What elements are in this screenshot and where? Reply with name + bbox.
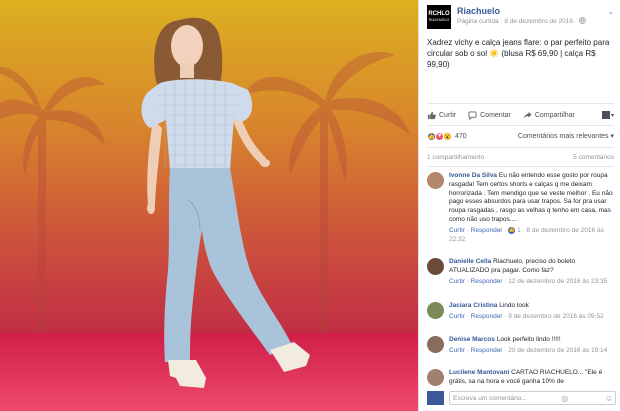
comment-reply-link[interactable]: Responder [471,347,503,354]
comment-meta: Curtir · Responder · 12 de dezembro de 2… [449,277,608,285]
logo-subtext: RIACHUELO [428,18,450,22]
comment-reply-link[interactable]: Responder [471,313,503,320]
caret-down-icon: ▾ [610,112,614,119]
comment-item: Ivonne Da Silva Eu não entendo esse gost… [427,172,614,244]
like-badge-icon: 👍 [508,226,516,234]
commenter-name[interactable]: Denise Marcos [449,336,495,343]
wow-reaction-icon[interactable]: 😮 [443,131,452,141]
comment-composer: Escreva um comentário... ◎ ☺ [427,390,616,406]
divider [427,147,614,148]
comment-sort-dropdown[interactable]: Comentários mais relevantes ▾ [518,132,614,140]
page-avatar[interactable]: RCHLO RIACHUELO [427,5,451,29]
post-meta-text: Página curtida · 8 de dezembro de 2016 · [457,18,579,26]
post-meta: Página curtida · 8 de dezembro de 2016 · [457,17,586,26]
comment-icon [468,110,477,120]
comment-reply-link[interactable]: Responder [471,227,503,234]
commenter-name[interactable]: Danielle Cella [449,258,491,265]
comment-count[interactable]: 5 comentários [573,154,614,161]
page-name[interactable]: Riachuelo [457,6,500,16]
divider [427,125,614,126]
reactions-bar: 👍 ♥ 😮 470 Comentários mais relevantes ▾ [427,130,614,142]
commenter-name[interactable]: Ivonne Da Silva [449,172,497,179]
post-photo-illustration [0,0,418,411]
comment-like-link[interactable]: Curtir [449,278,465,285]
post-photo[interactable] [0,0,418,411]
like-label: Curtir [439,111,457,119]
comment-date[interactable]: 9 de dezembro de 2016 às 09:52 [508,313,603,320]
comment-like-link[interactable]: Curtir [449,347,465,354]
divider [427,103,614,104]
thumbs-up-icon [427,111,436,119]
comment-like-link[interactable]: Curtir [449,227,465,234]
comment-button[interactable]: Comentar [468,110,511,120]
comment-item: Danielle Cella Riachuelo, preciso do bol… [427,258,614,286]
share-button[interactable]: Compartilhar [523,111,575,120]
comment-text: Lindo look [499,302,529,309]
share-as-selector[interactable]: ▾ [601,111,614,119]
commenter-avatar[interactable] [427,369,444,386]
like-button[interactable]: Curtir [427,111,456,120]
comment-item: Lucilene Mantovani CARTÃO RIACHUELO... "… [427,369,614,387]
divider [427,166,614,167]
commenter-name[interactable]: Jaciara Cristina [449,302,497,309]
comment-like-link[interactable]: Curtir [449,313,465,320]
post-caption: Xadrez vichy e calça jeans flare: o par … [427,38,610,69]
comment-date[interactable]: 12 de dezembro de 2016 às 23:35 [508,278,607,285]
comment-item: Jaciara Cristina Lindo look Curtir · Res… [427,302,614,321]
commenter-avatar[interactable] [427,302,444,319]
commenter-avatar[interactable] [427,336,444,353]
share-count[interactable]: 1 compartilhamento [427,154,484,161]
page-selector-icon [601,111,610,119]
comment-input-placeholder: Escreva um comentário... [453,394,527,402]
camera-icon[interactable]: ◎ [561,394,570,403]
comment-text: Look perfeito lindo !!!!! [496,336,561,343]
reaction-count[interactable]: 470 [455,133,467,140]
commenter-avatar[interactable] [427,172,444,189]
comment-date[interactable]: 20 de dezembro de 2016 às 19:14 [508,347,607,354]
post-header: RCHLO RIACHUELO Riachuelo Página curtida… [427,5,614,29]
emoji-icon[interactable]: ☺ [605,394,615,403]
comment-like-count[interactable]: 1 [517,227,521,234]
post-sidebar: RCHLO RIACHUELO Riachuelo Página curtida… [418,0,620,411]
share-icon [523,111,532,119]
post-options-icon[interactable]: ⌄ [607,7,614,16]
comment-reply-link[interactable]: Responder [471,278,503,285]
post-actions: Curtir Comentar Compartilhar ▾ [427,108,614,122]
comment-input[interactable]: Escreva um comentário... ◎ ☺ [449,391,616,405]
comment-text: Eu não entendo esse gosto por roupa rasg… [449,172,613,223]
comment-meta: Curtir · Responder · 👍 1 · 8 de dezembro… [449,226,604,243]
comment-meta: Curtir · Responder · 9 de dezembro de 20… [449,312,604,320]
commenter-name[interactable]: Lucilene Mantovani [449,369,509,376]
comment-label: Comentar [480,111,511,119]
globe-icon [578,17,586,26]
engagement-counts: 1 compartilhamento 5 comentários [427,154,614,161]
comment-item: Denise Marcos Look perfeito lindo !!!!! … [427,336,614,355]
share-label: Compartilhar [534,111,575,119]
comment-meta: Curtir · Responder · 20 de dezembro de 2… [449,346,608,354]
commenter-avatar[interactable] [427,258,444,275]
user-avatar[interactable] [427,391,444,405]
